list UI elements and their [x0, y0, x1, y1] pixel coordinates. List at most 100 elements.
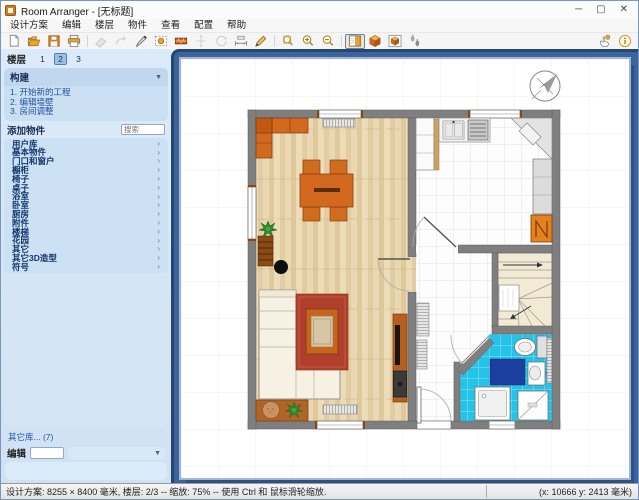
chevron-right-icon: › [157, 254, 160, 262]
view-3d-button[interactable] [365, 34, 385, 49]
minimize-button[interactable]: ─ [575, 1, 582, 19]
category-row[interactable]: 符号 › [4, 263, 168, 272]
title-bar: Room Arranger - [无标题] ─ ▢ ✕ [1, 1, 638, 19]
texture-icon [154, 34, 168, 48]
zoom-in-button[interactable] [298, 34, 318, 49]
open-icon [27, 34, 41, 48]
save-button[interactable] [44, 34, 64, 49]
chevron-right-icon: › [157, 193, 160, 201]
floor-tab[interactable]: 2 [54, 53, 67, 65]
pointer-hand-button[interactable] [595, 34, 615, 49]
wall-icon [174, 34, 188, 48]
chevron-right-icon: › [157, 210, 160, 218]
move-object-button[interactable] [191, 34, 211, 49]
zoom-out-icon [321, 34, 335, 48]
bookshelf[interactable] [258, 236, 273, 266]
radiator[interactable] [323, 119, 355, 127]
hall-radiator[interactable] [417, 340, 427, 369]
build-step-link[interactable]: 3. 房间调整 [10, 107, 162, 117]
category-label: 符号 [12, 263, 29, 272]
menu-item[interactable]: 帮助 [220, 19, 253, 33]
sidebar: 楼层 123 构建 ▼ 1. 开始新的工程2. 编辑墙壁3. 房间调整 添加物件 [1, 49, 171, 483]
hall-radiator[interactable] [417, 303, 429, 336]
search-input[interactable] [121, 124, 165, 135]
build-header[interactable]: 构建 ▼ [4, 68, 168, 86]
radiator[interactable] [323, 405, 357, 414]
collapse-icon[interactable]: ▼ [155, 74, 162, 81]
add-objects-header: 添加物件 [1, 122, 171, 138]
move-object-icon [194, 34, 208, 48]
zoom-out-button[interactable] [318, 34, 338, 49]
save-icon [47, 34, 61, 48]
app-window: Room Arranger - [无标题] ─ ▢ ✕ 设计方案编辑楼层物件查看… [0, 0, 639, 500]
floors-label: 楼层 [7, 52, 26, 66]
menu-item[interactable]: 设计方案 [3, 19, 55, 33]
floor-tab[interactable]: 1 [36, 53, 49, 65]
edit-label: 编辑 [7, 446, 26, 460]
redo-button[interactable] [111, 34, 131, 49]
drawing-canvas[interactable] [171, 49, 638, 483]
toolbar-separator [341, 35, 342, 47]
bath-mat[interactable] [490, 359, 525, 385]
shower-tray[interactable] [475, 387, 510, 420]
print-button[interactable] [64, 34, 84, 49]
toolbar [1, 33, 638, 49]
maximize-button[interactable]: ▢ [596, 1, 605, 19]
kitchen-tall-cabinet[interactable] [416, 118, 439, 170]
kitchen-wall-cabinets[interactable] [533, 159, 552, 214]
measure-button[interactable] [231, 34, 251, 49]
bath-radiator[interactable] [547, 338, 552, 383]
menu-item[interactable]: 物件 [121, 19, 154, 33]
washing-machine[interactable] [518, 391, 548, 420]
edit-section: 编辑 ▼ [1, 445, 171, 461]
edit-value-box[interactable] [30, 447, 64, 459]
view-3d-window-button[interactable] [385, 34, 405, 49]
chevron-right-icon: › [157, 184, 160, 192]
menu-item[interactable]: 查看 [154, 19, 187, 33]
draw-button[interactable] [251, 34, 271, 49]
eraser-button[interactable] [91, 34, 111, 49]
status-cursor-coordinates: (x: 10666 y: 2413 毫米) [486, 485, 638, 498]
chevron-right-icon: › [157, 201, 160, 209]
new-document-button[interactable] [4, 34, 24, 49]
objects-panel-button[interactable] [345, 34, 365, 49]
chevron-right-icon: › [157, 245, 160, 253]
zoom-selection-icon [281, 34, 295, 48]
add-objects-label: 添加物件 [7, 123, 45, 137]
coffee-table[interactable] [306, 309, 338, 354]
floor-plan[interactable] [181, 59, 629, 478]
stove[interactable] [468, 120, 488, 140]
kitchen-counter[interactable] [439, 118, 490, 142]
brush-button[interactable] [131, 34, 151, 49]
menu-item[interactable]: 编辑 [55, 19, 88, 33]
walkthrough-button[interactable] [405, 34, 425, 49]
view-3d-icon [368, 34, 382, 48]
kitchen-appliance[interactable] [531, 215, 552, 242]
more-libraries-link[interactable]: 其它库... (7) [1, 429, 171, 445]
edit-empty-panel [5, 462, 167, 480]
info-button[interactable] [615, 34, 635, 49]
rotate-object-button[interactable] [211, 34, 231, 49]
view-3d-window-icon [388, 34, 402, 48]
info-icon [618, 34, 632, 48]
zoom-in-icon [301, 34, 315, 48]
speaker[interactable] [274, 260, 288, 274]
tv-cabinet[interactable] [393, 314, 407, 402]
close-button[interactable]: ✕ [620, 1, 628, 19]
open-button[interactable] [24, 34, 44, 49]
texture-button[interactable] [151, 34, 171, 49]
staircase[interactable] [498, 253, 552, 328]
zoom-selection-button[interactable] [278, 34, 298, 49]
edit-dropdown[interactable]: ▼ [68, 447, 165, 460]
wall-button[interactable] [171, 34, 191, 49]
object-categories: 用户库 › 基本物件 › 门口和窗户 › 橱柜 [4, 138, 168, 274]
menu-item[interactable]: 楼层 [88, 19, 121, 33]
plan-page[interactable] [181, 59, 629, 478]
chevron-right-icon: › [157, 140, 160, 148]
menu-item[interactable]: 配置 [187, 19, 220, 33]
pointer-hand-icon [598, 34, 612, 48]
chevron-right-icon: › [157, 166, 160, 174]
floor-tab[interactable]: 3 [72, 53, 85, 65]
objects-panel-icon [348, 34, 362, 48]
window-title: Room Arranger - [无标题] [21, 3, 133, 18]
